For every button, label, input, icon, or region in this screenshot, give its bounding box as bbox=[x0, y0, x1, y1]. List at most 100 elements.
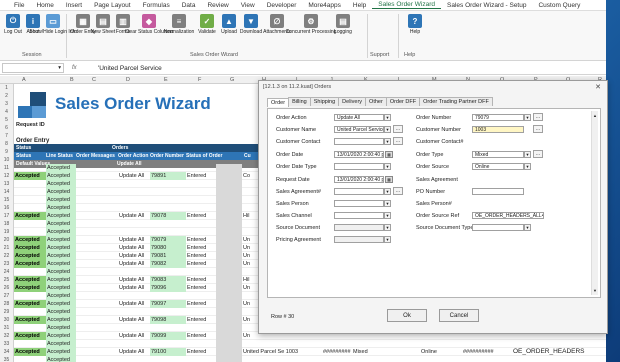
chevron-down-icon[interactable]: ▼ bbox=[384, 212, 391, 219]
customer-cell[interactable] bbox=[242, 356, 322, 362]
order-status-cell[interactable]: Entered bbox=[186, 348, 216, 356]
calendar-icon[interactable]: ▦ bbox=[385, 176, 393, 183]
cancel-button[interactable]: Cancel bbox=[439, 309, 479, 322]
status-cell[interactable]: Accepted bbox=[14, 172, 46, 180]
row-number[interactable]: 27 bbox=[0, 292, 14, 300]
order-action-cell[interactable] bbox=[118, 204, 150, 212]
order-status-cell[interactable] bbox=[186, 308, 216, 316]
ellipsis-button[interactable]: ... bbox=[533, 125, 543, 133]
status-cell[interactable] bbox=[14, 340, 46, 348]
row-number[interactable]: 13 bbox=[0, 180, 14, 188]
customer-number-field[interactable]: 1003 bbox=[472, 126, 524, 133]
order-number-cell[interactable] bbox=[150, 164, 186, 172]
status-cell[interactable]: Accepted bbox=[14, 244, 46, 252]
line-status-cell[interactable]: Accepted bbox=[46, 292, 76, 300]
order-action-cell[interactable] bbox=[118, 292, 150, 300]
line-status-cell[interactable]: Accepted bbox=[46, 228, 76, 236]
chevron-down-icon[interactable]: ▼ bbox=[384, 200, 391, 207]
chevron-down-icon[interactable]: ▼ bbox=[384, 236, 391, 243]
order-action-cell[interactable]: Update All bbox=[118, 348, 150, 356]
chevron-down-icon[interactable]: ▼ bbox=[384, 188, 391, 195]
order-number-cell[interactable] bbox=[150, 180, 186, 188]
order-number-cell[interactable]: 79097 bbox=[150, 300, 186, 308]
order-status-cell[interactable]: Entered bbox=[186, 244, 216, 252]
tab-shipping[interactable]: Shipping bbox=[309, 97, 340, 106]
order-status-cell[interactable] bbox=[186, 356, 216, 362]
row-number[interactable]: 20 bbox=[0, 236, 14, 244]
line-status-cell[interactable]: Accepted bbox=[46, 204, 76, 212]
order-action-cell[interactable]: Update All bbox=[118, 236, 150, 244]
row-number[interactable]: 25 bbox=[0, 276, 14, 284]
menu-item-more4apps[interactable]: More4apps bbox=[302, 2, 347, 9]
order-action-cell[interactable]: Update All bbox=[118, 244, 150, 252]
ellipsis-button[interactable]: ... bbox=[533, 150, 543, 158]
row-number[interactable]: 30 bbox=[0, 316, 14, 324]
chevron-down-icon[interactable]: ▼ bbox=[384, 224, 391, 231]
chevron-down-icon[interactable]: ▼ bbox=[384, 126, 391, 133]
row-number[interactable]: 23 bbox=[0, 260, 14, 268]
status-cell[interactable] bbox=[14, 308, 46, 316]
scroll-down-icon[interactable]: ▼ bbox=[593, 288, 597, 293]
close-icon[interactable]: ✕ bbox=[595, 83, 601, 91]
order-number-cell[interactable] bbox=[150, 204, 186, 212]
order-action-cell[interactable] bbox=[118, 324, 150, 332]
row-number[interactable]: 11 bbox=[0, 164, 14, 172]
line-status-cell[interactable]: Accepted bbox=[46, 172, 76, 180]
order-action-cell[interactable]: Update All bbox=[118, 260, 150, 268]
order-source-dropdown[interactable]: Online bbox=[472, 163, 524, 170]
order-number-cell[interactable] bbox=[150, 324, 186, 332]
line-status-cell[interactable]: Accepted bbox=[46, 356, 76, 362]
order-number-cell[interactable]: 79100 bbox=[150, 348, 186, 356]
ellipsis-button[interactable]: ... bbox=[393, 137, 403, 145]
status-cell[interactable] bbox=[14, 292, 46, 300]
line-status-cell[interactable]: Accepted bbox=[46, 308, 76, 316]
ellipsis-button[interactable]: ... bbox=[393, 125, 403, 133]
column-header-f[interactable]: F bbox=[198, 77, 201, 83]
status-cell[interactable] bbox=[14, 164, 46, 172]
menu-item-developer[interactable]: Developer bbox=[261, 2, 303, 9]
order-source-ref-field[interactable]: OE_ORDER_HEADERS_ALL433919 bbox=[472, 212, 544, 219]
chevron-down-icon[interactable]: ▼ bbox=[384, 163, 391, 170]
order-number-cell[interactable] bbox=[150, 340, 186, 348]
status-cell[interactable] bbox=[14, 356, 46, 362]
status-cell[interactable] bbox=[14, 204, 46, 212]
line-status-cell[interactable]: Accepted bbox=[46, 180, 76, 188]
row-number[interactable]: 10 bbox=[0, 156, 14, 164]
order-date-type-dropdown[interactable] bbox=[334, 163, 384, 170]
line-status-cell[interactable]: Accepted bbox=[46, 252, 76, 260]
order-number-cell[interactable] bbox=[150, 196, 186, 204]
line-status-cell[interactable]: Accepted bbox=[46, 268, 76, 276]
row-number[interactable]: 35 bbox=[0, 356, 14, 362]
status-cell[interactable]: Accepted bbox=[14, 212, 46, 220]
customer-name-dropdown[interactable]: United Parcel Service bbox=[334, 126, 384, 133]
order-action-cell[interactable]: Update All bbox=[118, 284, 150, 292]
order-status-cell[interactable]: Entered bbox=[186, 284, 216, 292]
status-cell[interactable]: Accepted bbox=[14, 236, 46, 244]
menu-item-home[interactable]: Home bbox=[30, 2, 59, 9]
order-action-cell[interactable]: Update All bbox=[118, 316, 150, 324]
row-number[interactable]: 17 bbox=[0, 212, 14, 220]
validate-button[interactable]: ✓ Validate bbox=[196, 14, 218, 35]
column-header-a[interactable]: A bbox=[22, 77, 26, 83]
line-status-cell[interactable]: Accepted bbox=[46, 276, 76, 284]
line-status-cell[interactable]: Accepted bbox=[46, 196, 76, 204]
line-status-cell[interactable]: Accepted bbox=[46, 260, 76, 268]
order-number-cell[interactable] bbox=[150, 188, 186, 196]
order-status-cell[interactable] bbox=[186, 292, 216, 300]
tab-order[interactable]: Order bbox=[267, 98, 290, 107]
chevron-down-icon[interactable]: ▼ bbox=[384, 114, 391, 121]
row-number[interactable]: 3 bbox=[0, 100, 14, 108]
order-action-cell[interactable] bbox=[118, 164, 150, 172]
order-date-field[interactable]: 13/01/2020 2:00:40 pm bbox=[334, 151, 384, 158]
normalization-button[interactable]: ≡ Normalization bbox=[164, 14, 194, 35]
tab-billing[interactable]: Billing bbox=[288, 97, 311, 106]
line-status-cell[interactable]: Accepted bbox=[46, 324, 76, 332]
order-number-cell[interactable] bbox=[150, 228, 186, 236]
status-cell[interactable]: Accepted bbox=[14, 260, 46, 268]
tab-other[interactable]: Other bbox=[365, 97, 387, 106]
tab-delivery[interactable]: Delivery bbox=[338, 97, 367, 106]
order-status-cell[interactable] bbox=[186, 164, 216, 172]
row-number[interactable]: 21 bbox=[0, 244, 14, 252]
order-number-cell[interactable] bbox=[150, 220, 186, 228]
chevron-down-icon[interactable]: ▼ bbox=[524, 163, 531, 170]
